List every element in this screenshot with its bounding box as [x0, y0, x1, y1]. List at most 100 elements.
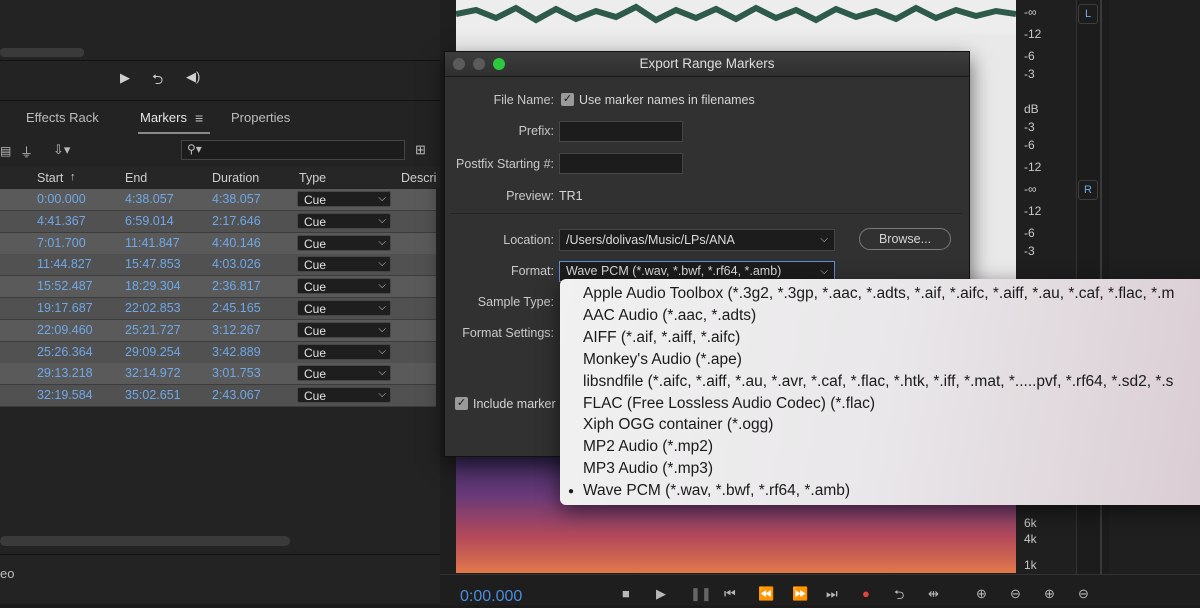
format-menu-item[interactable]: MP2 Audio (*.mp2)	[583, 438, 713, 456]
marker-type-select[interactable]: Cue ⌵	[297, 191, 391, 207]
search-input[interactable]: ⚲▾	[181, 140, 405, 160]
dialog-divider	[451, 213, 963, 214]
marker-type-select[interactable]: Cue ⌵	[297, 234, 391, 251]
column-start[interactable]: Start	[37, 171, 63, 185]
marker-type-value: Cue	[304, 389, 327, 404]
horizontal-scrollbar[interactable]	[0, 48, 84, 57]
marker-end: 4:38.057	[125, 192, 174, 206]
dialog-titlebar[interactable]: Export Range Markers	[445, 52, 969, 77]
marker-type-select[interactable]: Cue ⌵	[297, 212, 391, 229]
skip-selection-icon[interactable]: ⇹	[928, 586, 939, 602]
column-end[interactable]: End	[125, 171, 147, 185]
channel-left-toggle[interactable]: L	[1078, 4, 1098, 24]
format-menu-item[interactable]: FLAC (Free Lossless Audio Codec) (*.flac…	[583, 395, 875, 413]
format-menu-item[interactable]: Monkey's Audio (*.ape)	[583, 351, 742, 369]
marker-duration: 4:40.146	[212, 235, 261, 250]
channel-right-toggle[interactable]: R	[1078, 180, 1098, 200]
meter-label: -12	[1024, 160, 1042, 174]
marker-type-select[interactable]: Cue ⌵	[297, 343, 391, 360]
divider	[0, 554, 440, 555]
table-row[interactable]: 7:01.700 11:41.847 4:40.146 Cue ⌵	[0, 232, 436, 255]
format-menu-item[interactable]: AIFF (*.aif, *.aiff, *.aifc)	[583, 329, 740, 347]
loop-icon[interactable]: ⮌	[894, 586, 904, 608]
postfix-label: Postfix Starting #:	[456, 157, 554, 171]
format-menu-item[interactable]: AAC Audio (*.aac, *.adts)	[583, 307, 756, 325]
format-menu-item[interactable]: libsndfile (*.aifc, *.aiff, *.au, *.avr,…	[583, 373, 1173, 391]
play-icon[interactable]: ▶	[120, 70, 130, 86]
pause-icon[interactable]: ❚❚	[690, 586, 712, 602]
meter-db-label: dB	[1024, 102, 1039, 116]
video-tab-label[interactable]: eo	[0, 566, 14, 581]
marker-type-select[interactable]: Cue ⌵	[297, 387, 391, 404]
speaker-icon[interactable]: ◀︎)	[186, 69, 200, 85]
timecode-display[interactable]: 0:00.000	[460, 588, 522, 606]
record-icon[interactable]: ●	[862, 586, 870, 601]
prefix-input[interactable]	[559, 121, 683, 142]
hamburger-icon[interactable]: ≡	[195, 110, 203, 126]
frequency-label: 6k	[1024, 516, 1037, 530]
zoom-in-amplitude-icon[interactable]: ⊕	[976, 586, 987, 602]
use-marker-names-checkbox[interactable]: ✓	[561, 93, 574, 106]
column-duration[interactable]: Duration	[212, 171, 259, 185]
play-icon[interactable]: ▶	[656, 586, 666, 602]
zoom-out-time-icon[interactable]: ⊖	[1078, 586, 1089, 602]
zoom-in-time-icon[interactable]: ⊕	[1044, 586, 1055, 602]
marker-start: 25:26.364	[37, 344, 93, 359]
waveform-top-channel[interactable]	[455, 0, 1017, 34]
format-menu-item[interactable]: Xiph OGG container (*.ogg)	[583, 416, 773, 434]
marker-type-select[interactable]: Cue ⌵	[297, 256, 391, 273]
table-row[interactable]: 19:17.687 22:02.853 2:45.165 Cue ⌵	[0, 298, 436, 320]
chevron-down-icon: ⌵	[378, 389, 386, 401]
postfix-input[interactable]	[559, 153, 683, 174]
table-row[interactable]: 22:09.460 25:21.727 3:12.267 Cue ⌵	[0, 319, 436, 342]
rewind-icon[interactable]: ⏪	[758, 586, 774, 602]
divider	[0, 60, 440, 61]
list-icon[interactable]: ▤	[0, 144, 11, 158]
export-icon[interactable]: ⇩▾	[53, 142, 70, 158]
table-row[interactable]: 4:41.367 6:59.014 2:17.646 Cue ⌵	[0, 210, 436, 233]
tab-effects-rack[interactable]: Effects Rack	[26, 110, 99, 125]
zoom-out-amplitude-icon[interactable]: ⊖	[1010, 586, 1021, 602]
marker-type-select[interactable]: Cue ⌵	[297, 300, 391, 316]
marker-type-select[interactable]: Cue ⌵	[297, 365, 391, 382]
table-row[interactable]: 15:52.487 18:29.304 2:36.817 Cue ⌵	[0, 276, 436, 299]
meter-label: -3	[1024, 244, 1035, 258]
loop-icon[interactable]: ⮌	[152, 69, 163, 93]
table-row[interactable]: 29:13.218 32:14.972 3:01.753 Cue ⌵	[0, 363, 436, 386]
marker-start: 11:44.827	[37, 257, 92, 272]
meter-label: -12	[1024, 204, 1042, 218]
marker-type-value: Cue	[304, 323, 327, 338]
table-row[interactable]: 0:00.000 4:38.057 4:38.057 Cue ⌵	[0, 189, 436, 211]
tab-markers[interactable]: Markers	[140, 110, 187, 125]
filter-icon[interactable]: ⊞	[415, 142, 426, 158]
format-menu-item[interactable]: Wave PCM (*.wav, *.bwf, *.rf64, *.amb)	[583, 482, 850, 500]
marker-start: 15:52.487	[37, 279, 93, 294]
marker-type-select[interactable]: Cue ⌵	[297, 321, 391, 338]
table-row[interactable]: 25:26.364 29:09.254 3:42.889 Cue ⌵	[0, 341, 436, 364]
stop-icon[interactable]: ■	[622, 586, 630, 601]
browse-button[interactable]: Browse...	[859, 228, 951, 250]
location-select[interactable]: /Users/dolivas/Music/LPs/ANA ⌵	[559, 229, 835, 251]
marker-type-select[interactable]: Cue ⌵	[297, 278, 391, 295]
column-description[interactable]: Descri	[401, 171, 436, 185]
go-to-end-icon[interactable]: ⏭	[826, 586, 838, 602]
marker-type-value: Cue	[304, 367, 327, 382]
format-menu-item[interactable]: Apple Audio Toolbox (*.3g2, *.3gp, *.aac…	[583, 285, 1174, 303]
marker-type-value: Cue	[304, 302, 327, 316]
include-markers-checkbox[interactable]: ✓	[455, 397, 468, 410]
table-row[interactable]: 11:44.827 15:47.853 4:03.026 Cue ⌵	[0, 254, 436, 277]
go-to-start-icon[interactable]: ⏮	[724, 586, 736, 602]
meter-label: -6	[1024, 138, 1035, 152]
marker-duration: 3:12.267	[212, 322, 261, 337]
chevron-down-icon: ⌵	[378, 280, 386, 292]
column-type[interactable]: Type	[299, 171, 326, 185]
tab-properties[interactable]: Properties	[231, 110, 290, 125]
table-row[interactable]: 32:19.584 35:02.651 2:43.067 Cue ⌵	[0, 385, 436, 408]
format-menu-item[interactable]: MP3 Audio (*.mp3)	[583, 460, 713, 478]
marker-duration: 4:03.026	[212, 257, 261, 272]
add-marker-icon[interactable]: ⏚	[20, 142, 33, 161]
table-scrollbar[interactable]	[0, 536, 290, 546]
fast-forward-icon[interactable]: ⏩	[792, 586, 808, 602]
format-dropdown-menu: Apple Audio Toolbox (*.3g2, *.3gp, *.aac…	[560, 279, 1200, 505]
marker-duration: 2:43.067	[212, 388, 261, 403]
